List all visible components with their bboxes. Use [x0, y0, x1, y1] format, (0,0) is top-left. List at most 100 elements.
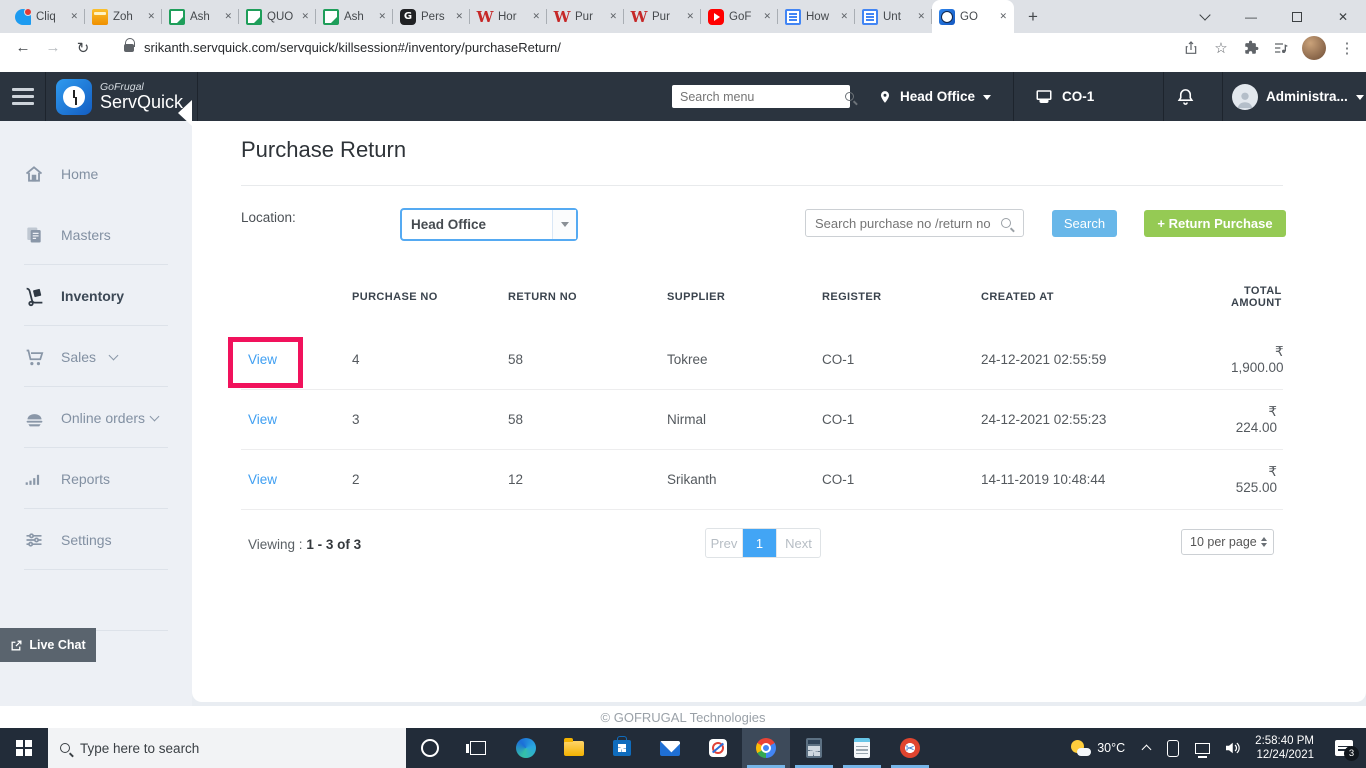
tab-close-icon[interactable]: ✕	[147, 11, 155, 22]
browser-tab[interactable]: QUO ✕	[239, 0, 316, 33]
register-selector[interactable]: CO-1	[1034, 72, 1094, 121]
browser-toolbar: ← → ↻ srikanth.servquick.com/servquick/k…	[0, 33, 1366, 62]
purchase-search-input[interactable]	[806, 215, 1001, 231]
file-explorer-button[interactable]	[550, 728, 598, 768]
lock-icon[interactable]	[124, 37, 135, 52]
live-chat-button[interactable]: Live Chat	[0, 628, 96, 662]
forward-icon[interactable]: →	[38, 39, 68, 56]
tab-close-icon[interactable]: ✕	[840, 11, 848, 22]
new-tab-button[interactable]: +	[1020, 4, 1046, 30]
pager: Prev 1 Next	[705, 528, 821, 558]
table-row: View 4 58 Tokree CO-1 24-12-2021 02:55:5…	[241, 330, 1284, 390]
microsoft-store-button[interactable]	[598, 728, 646, 768]
notification-badge: 3	[1344, 746, 1359, 761]
menu-search-box	[672, 85, 854, 108]
cortana-button[interactable]	[406, 728, 454, 768]
tab-close-icon[interactable]: ✕	[686, 11, 694, 22]
reload-icon[interactable]: ↻	[68, 39, 98, 57]
network-icon[interactable]	[1187, 728, 1217, 768]
sidebar-item-reports[interactable]: Reports	[0, 457, 192, 501]
start-button[interactable]	[0, 728, 48, 768]
tablet-mode-icon[interactable]	[1159, 728, 1187, 768]
tab-close-icon[interactable]: ✕	[532, 11, 540, 22]
clock-widget[interactable]: 2:58:40 PM 12/24/2021	[1247, 734, 1322, 762]
browser-tab[interactable]: GoF ✕	[701, 0, 778, 33]
search-button[interactable]: Search	[1052, 210, 1117, 237]
view-link[interactable]: View	[241, 472, 345, 487]
return-purchase-button[interactable]: + Return Purchase	[1144, 210, 1286, 237]
browser-tab[interactable]: Hor ✕	[470, 0, 547, 33]
browser-profile-avatar[interactable]	[1302, 35, 1326, 60]
sidebar-item-masters[interactable]: Masters	[0, 213, 192, 257]
browser-tab[interactable]: Pers ✕	[393, 0, 470, 33]
current-page-button[interactable]: 1	[743, 529, 776, 557]
tab-close-icon[interactable]: ✕	[609, 11, 617, 22]
sidebar-item-sales[interactable]: Sales	[0, 335, 192, 379]
notifications-button[interactable]	[1176, 72, 1195, 121]
tab-close-icon[interactable]: ✕	[763, 11, 771, 22]
close-button[interactable]: ✕	[1320, 0, 1366, 33]
volume-icon[interactable]	[1217, 728, 1247, 768]
sidebar-item-home[interactable]: Home	[0, 152, 192, 196]
browser-tab[interactable]: Ash ✕	[162, 0, 239, 33]
snipping-tool-button[interactable]: ✂	[886, 728, 934, 768]
menu-search-input[interactable]	[672, 89, 845, 104]
location-dropdown[interactable]: Head Office	[400, 208, 578, 241]
action-center-button[interactable]: 3	[1322, 728, 1366, 768]
screen: Cliq ✕ Zoh ✕ Ash ✕ QUO ✕ Ash ✕ Pers ✕ Ho…	[0, 0, 1366, 768]
browser-tab[interactable]: Zoh ✕	[85, 0, 162, 33]
sidebar-item-settings[interactable]: Settings	[0, 518, 192, 562]
mail-button[interactable]	[646, 728, 694, 768]
taskbar-search[interactable]: Type here to search	[48, 728, 406, 768]
calculator-button[interactable]	[790, 728, 838, 768]
edge-button[interactable]	[502, 728, 550, 768]
browser-tab[interactable]: Cliq ✕	[8, 0, 85, 33]
table-body: View 4 58 Tokree CO-1 24-12-2021 02:55:5…	[241, 330, 1284, 510]
sidebar-item-inventory[interactable]: Inventory	[0, 274, 192, 318]
browser-tab[interactable]: GO ✕	[932, 0, 1014, 33]
maximize-button[interactable]	[1274, 0, 1320, 33]
tab-close-icon[interactable]: ✕	[224, 11, 232, 22]
media-controls-icon[interactable]	[1272, 39, 1290, 57]
chrome-button[interactable]	[742, 728, 790, 768]
per-page-select[interactable]: 10 per page	[1181, 529, 1274, 555]
bookmark-star-icon[interactable]: ☆	[1212, 39, 1230, 57]
location-selector[interactable]: Head Office	[878, 72, 992, 121]
browser-menu-icon[interactable]: ⋮	[1338, 39, 1356, 57]
view-link[interactable]: View	[241, 412, 345, 427]
tab-close-icon[interactable]: ✕	[301, 11, 309, 22]
prev-page-button[interactable]: Prev	[706, 529, 743, 557]
browser-tab[interactable]: Unt ✕	[855, 0, 932, 33]
notepad-button[interactable]	[838, 728, 886, 768]
tab-close-icon[interactable]: ✕	[999, 11, 1007, 22]
table-row: View 3 58 Nirmal CO-1 24-12-2021 02:55:2…	[241, 390, 1283, 450]
browser-tab[interactable]: Pur ✕	[547, 0, 624, 33]
tab-close-icon[interactable]: ✕	[70, 11, 78, 22]
next-page-button[interactable]: Next	[776, 529, 820, 557]
browser-tab[interactable]: How ✕	[778, 0, 855, 33]
extensions-puzzle-icon[interactable]	[1242, 39, 1260, 57]
hamburger-menu-icon[interactable]	[0, 72, 46, 121]
tab-search-chevron-icon[interactable]	[1182, 0, 1228, 33]
tray-overflow-chevron[interactable]	[1133, 728, 1159, 768]
app-logo[interactable]: GoFrugal ServQuick	[46, 72, 199, 121]
user-menu[interactable]: Administra...	[1232, 72, 1364, 121]
browser-tab[interactable]: Pur ✕	[624, 0, 701, 33]
back-icon[interactable]: ←	[8, 39, 38, 56]
sidebar-item-online-orders[interactable]: Online orders	[0, 396, 192, 440]
chevron-down-icon	[1355, 95, 1364, 100]
snip-sketch-button[interactable]	[694, 728, 742, 768]
system-tray: 30°C 2:58:40 PM 12/24/2021 3	[1063, 728, 1366, 768]
folder-icon	[564, 737, 584, 756]
share-icon[interactable]	[1182, 39, 1200, 57]
table-row: View 2 12 Srikanth CO-1 14-11-2019 10:48…	[241, 450, 1283, 510]
tab-close-icon[interactable]: ✕	[917, 11, 925, 22]
tab-close-icon[interactable]: ✕	[378, 11, 386, 22]
weather-widget[interactable]: 30°C	[1063, 728, 1133, 768]
browser-tab[interactable]: Ash ✕	[316, 0, 393, 33]
address-bar[interactable]: srikanth.servquick.com/servquick/killses…	[144, 40, 561, 55]
task-view-button[interactable]	[454, 728, 502, 768]
app-header: GoFrugal ServQuick Head Office CO-1 A	[0, 72, 1366, 121]
tab-close-icon[interactable]: ✕	[455, 11, 463, 22]
minimize-button[interactable]: —	[1228, 0, 1274, 33]
